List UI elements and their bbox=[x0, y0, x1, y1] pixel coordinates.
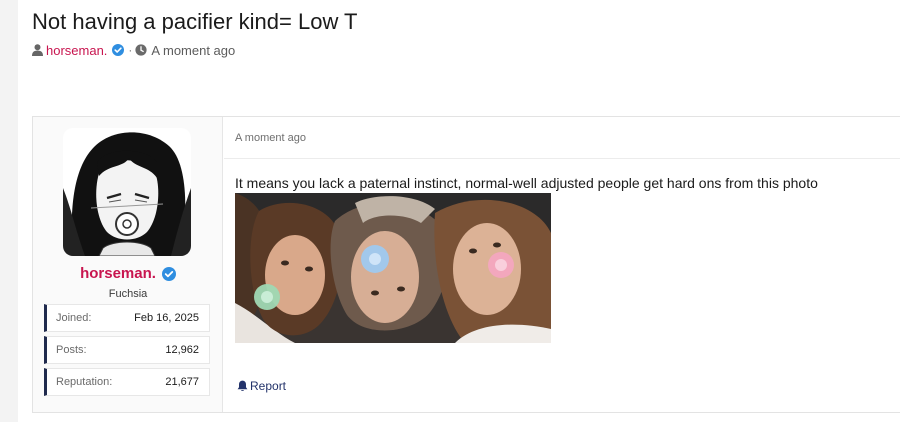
stat-label: Reputation: bbox=[56, 376, 113, 388]
stat-posts: Posts: 12,962 bbox=[44, 336, 210, 364]
post-image[interactable] bbox=[235, 193, 551, 343]
report-label[interactable]: Report bbox=[250, 379, 286, 393]
post-photo bbox=[235, 193, 551, 343]
post: horseman. Fuchsia Joined: Feb 16, 2025 P… bbox=[32, 116, 900, 413]
post-user-cell: horseman. Fuchsia Joined: Feb 16, 2025 P… bbox=[33, 117, 223, 412]
post-divider bbox=[224, 158, 900, 159]
verified-badge-icon bbox=[161, 266, 176, 281]
stat-label: Joined: bbox=[56, 312, 92, 324]
post-body: A moment ago It means you lack a paterna… bbox=[224, 117, 900, 412]
user-icon bbox=[32, 44, 43, 56]
stat-joined: Joined: Feb 16, 2025 bbox=[44, 304, 210, 332]
stat-value: 12,962 bbox=[165, 344, 199, 356]
post-username[interactable]: horseman. bbox=[33, 265, 223, 282]
user-title: Fuchsia bbox=[108, 288, 148, 300]
left-rail bbox=[0, 0, 18, 422]
thread-author-link[interactable]: horseman. bbox=[46, 43, 107, 58]
clock-icon bbox=[135, 44, 148, 56]
avatar-illustration bbox=[63, 128, 191, 256]
stat-label: Posts: bbox=[56, 344, 87, 356]
report-button[interactable]: Report bbox=[237, 379, 286, 393]
thread-title: Not having a pacifier kind= Low T bbox=[32, 9, 358, 34]
stat-reputation: Reputation: 21,677 bbox=[44, 368, 210, 396]
thread-meta: horseman. · A moment ago bbox=[32, 42, 235, 58]
thread-time[interactable]: A moment ago bbox=[151, 43, 235, 58]
stat-value: Feb 16, 2025 bbox=[134, 312, 199, 324]
bell-icon bbox=[237, 380, 248, 391]
post-date[interactable]: A moment ago bbox=[235, 132, 306, 144]
user-avatar[interactable] bbox=[63, 128, 191, 256]
post-username-text[interactable]: horseman. bbox=[80, 265, 156, 282]
post-text: It means you lack a paternal instinct, n… bbox=[235, 175, 818, 191]
stat-value: 21,677 bbox=[165, 376, 199, 388]
verified-badge-icon bbox=[112, 44, 125, 56]
meta-separator: · bbox=[128, 43, 133, 57]
